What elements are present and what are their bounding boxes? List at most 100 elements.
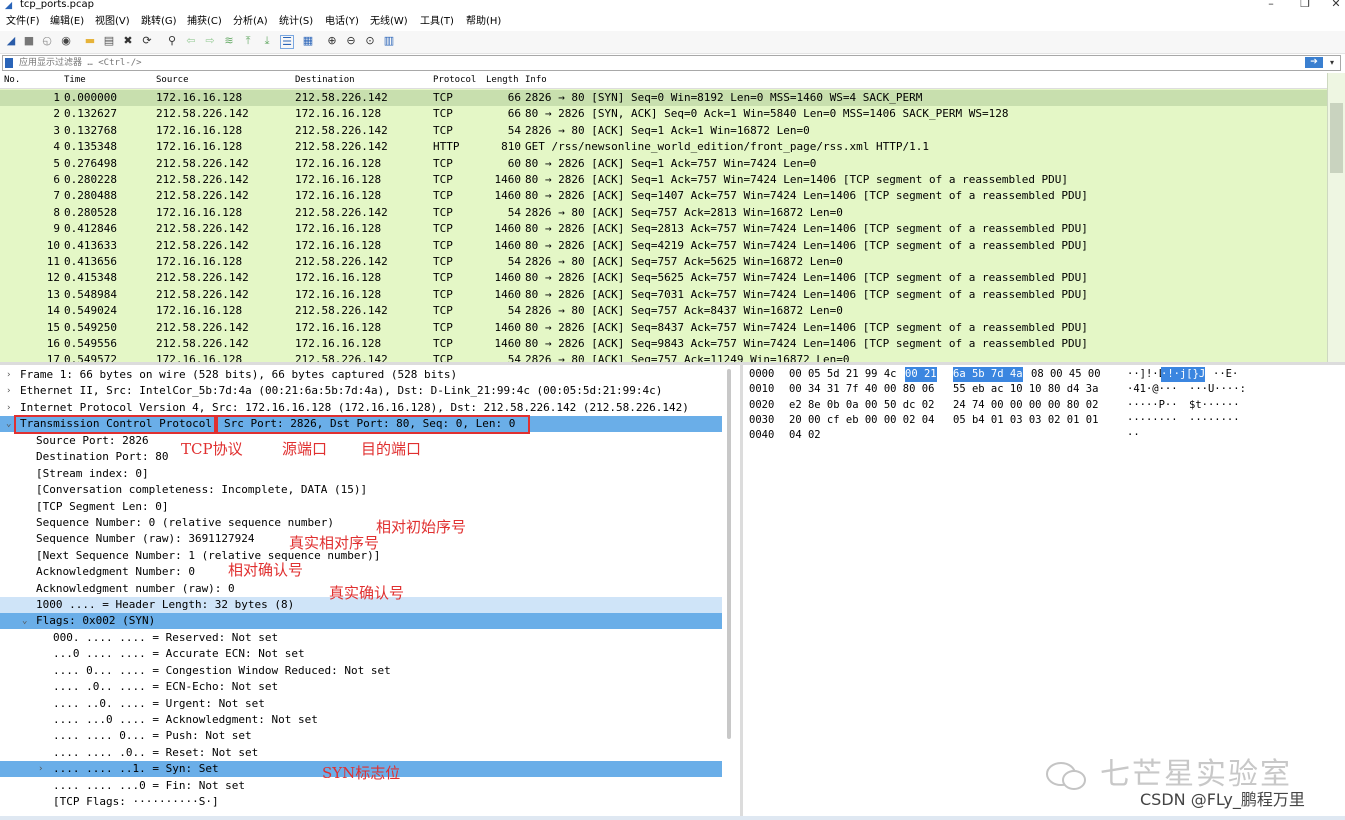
close-file-icon[interactable]: ✖ (122, 35, 134, 47)
packet-list-scrollbar[interactable] (1327, 73, 1345, 362)
options-gear-icon[interactable]: ◉ (60, 35, 72, 47)
hex-row[interactable]: 0030 20 00 cf eb 00 00 02 04 05 b4 01 03 0… (743, 413, 1343, 428)
menu-view[interactable]: 视图(V) (95, 15, 130, 28)
table-row[interactable]: 8 0.280528 172.16.16.128 212.58.226.142 TCP 5… (0, 205, 1327, 221)
menu-go[interactable]: 跳转(G) (141, 15, 177, 28)
column-header[interactable]: Protocol (433, 74, 476, 87)
menu-file[interactable]: 文件(F) (6, 15, 40, 28)
chevron-down-icon[interactable]: ⌄ (6, 416, 11, 432)
table-row[interactable]: 3 0.132768 172.16.16.128 212.58.226.142 TCP 5… (0, 123, 1327, 139)
tree-item-flag[interactable]: ...0 .... .... = Accurate ECN: Not set (0, 646, 722, 662)
tree-item-flag[interactable]: .... .... .0.. = Reset: Not set (0, 745, 722, 761)
table-row[interactable]: 1 0.000000 172.16.16.128 212.58.226.142 TCP 6… (0, 90, 1327, 106)
colorize-icon[interactable]: ▦ (302, 35, 314, 47)
tree-item-flag[interactable]: .... ...0 .... = Acknowledgment: Not set (0, 712, 722, 728)
open-folder-icon[interactable]: ▬ (84, 35, 96, 47)
table-row[interactable]: 16 0.549556 212.58.226.142 172.16.16.128 TCP… (0, 336, 1327, 352)
maximize-button[interactable]: ❐ (1296, 0, 1314, 10)
hex-row[interactable]: 0000 00 05 5d 21 99 4c 00 21 6a 5b 7d 4a 08 … (743, 367, 1343, 382)
tree-item[interactable]: [TCP Segment Len: 0] (0, 499, 722, 515)
minimize-button[interactable]: – (1262, 0, 1280, 10)
menu-analyze[interactable]: 分析(A) (233, 15, 268, 28)
chevron-right-icon[interactable]: › (6, 367, 11, 383)
table-row[interactable]: 7 0.280488 212.58.226.142 172.16.16.128 TCP 1… (0, 188, 1327, 204)
tree-item-flag[interactable]: 000. .... .... = Reserved: Not set (0, 630, 722, 646)
shark-fin-start-icon[interactable]: ◢ (5, 35, 17, 47)
tree-item[interactable]: [Conversation completeness: Incomplete, … (0, 482, 722, 498)
table-row[interactable]: 5 0.276498 212.58.226.142 172.16.16.128 TCP 6… (0, 156, 1327, 172)
table-cell-info: 80 → 2826 [ACK] Seq=9843 Ack=757 Win=742… (525, 337, 1088, 350)
details-scrollbar[interactable] (727, 369, 731, 739)
tree-item-flag[interactable]: [TCP Flags: ··········S·] (0, 794, 722, 810)
find-packet-icon[interactable]: ⚲ (166, 35, 178, 47)
table-row[interactable]: 13 0.548984 212.58.226.142 172.16.16.128 TCP… (0, 287, 1327, 303)
table-row[interactable]: 6 0.280228 212.58.226.142 172.16.16.128 TCP 1… (0, 172, 1327, 188)
tree-item-flag[interactable]: .... .... 0... = Push: Not set (0, 728, 722, 744)
table-row[interactable]: 12 0.415348 212.58.226.142 172.16.16.128 TCP… (0, 270, 1327, 286)
table-row[interactable]: 10 0.413633 212.58.226.142 172.16.16.128 TCP… (0, 238, 1327, 254)
chevron-right-icon[interactable]: › (6, 383, 11, 399)
chevron-right-icon[interactable]: › (38, 761, 43, 777)
stop-icon[interactable]: ■ (23, 35, 35, 47)
tree-item-flags[interactable]: ⌄ Flags: 0x002 (SYN) (0, 613, 722, 629)
column-header[interactable]: Source (156, 74, 189, 87)
menu-wireless[interactable]: 无线(W) (370, 15, 408, 28)
chevron-down-icon[interactable]: ⌄ (22, 613, 27, 629)
annotation-rel-ack: 相对确认号 (228, 561, 304, 579)
chevron-down-icon[interactable]: ▾ (1327, 57, 1337, 68)
column-header[interactable]: Info (525, 74, 547, 87)
ascii-bytes: ···U····: (1189, 383, 1246, 396)
zoom-in-icon[interactable]: ⊕ (326, 35, 338, 47)
table-row[interactable]: 15 0.549250 212.58.226.142 172.16.16.128 TCP… (0, 320, 1327, 336)
reload-icon[interactable]: ⟳ (141, 35, 153, 47)
tree-item-flag[interactable]: .... 0... .... = Congestion Window Reduc… (0, 663, 722, 679)
back-arrow-icon[interactable]: ⇦ (185, 35, 197, 47)
table-row[interactable]: 11 0.413656 172.16.16.128 212.58.226.142 TCP… (0, 254, 1327, 270)
tree-item-frame[interactable]: › Frame 1: 66 bytes on wire (528 bits), … (0, 367, 722, 383)
menu-capture[interactable]: 捕获(C) (187, 15, 222, 28)
column-header[interactable]: Length (486, 74, 519, 87)
zoom-out-icon[interactable]: ⊖ (345, 35, 357, 47)
arrow-right-icon[interactable]: ➔ (1305, 57, 1323, 68)
tree-item-label: Acknowledgment number (raw): 0 (36, 581, 235, 595)
tree-item[interactable]: Sequence Number: 0 (relative sequence nu… (0, 515, 722, 531)
hex-row[interactable]: 0010 00 34 31 7f 40 00 80 06 55 eb ac 10 1… (743, 382, 1343, 397)
filter-input[interactable]: 应用显示过滤器 … <Ctrl-/> (19, 56, 142, 70)
scrollbar-thumb[interactable] (1330, 103, 1343, 173)
table-cell-dst: 172.16.16.128 (295, 173, 382, 186)
column-header[interactable]: Destination (295, 74, 355, 87)
menu-statistics[interactable]: 统计(S) (279, 15, 313, 28)
save-file-icon[interactable]: ▤ (103, 35, 115, 47)
forward-arrow-icon[interactable]: ⇨ (204, 35, 216, 47)
menu-edit[interactable]: 编辑(E) (50, 15, 84, 28)
table-row[interactable]: 4 0.135348 172.16.16.128 212.58.226.142 HTTP… (0, 139, 1327, 155)
table-row[interactable]: 2 0.132627 212.58.226.142 172.16.16.128 TCP 6… (0, 106, 1327, 122)
hex-row[interactable]: 0040 04 02 ·· (743, 428, 1343, 443)
chevron-right-icon[interactable]: › (6, 400, 11, 416)
tree-item-flag[interactable]: .... ..0. .... = Urgent: Not set (0, 696, 722, 712)
menu-tools[interactable]: 工具(T) (420, 15, 454, 28)
tree-item-ip[interactable]: › Internet Protocol Version 4, Src: 172.… (0, 400, 722, 416)
column-header[interactable]: No. (4, 74, 20, 87)
resize-columns-icon[interactable]: ▥ (383, 35, 395, 47)
tree-item[interactable]: [Stream index: 0] (0, 466, 722, 482)
table-row[interactable]: 14 0.549024 172.16.16.128 212.58.226.142 TCP… (0, 303, 1327, 319)
menu-telephony[interactable]: 电话(Y) (325, 15, 359, 28)
first-packet-icon[interactable]: ⤒ (242, 35, 254, 47)
table-row[interactable]: 9 0.412846 212.58.226.142 172.16.16.128 TCP 1… (0, 221, 1327, 237)
tree-item-flag[interactable]: .... .0.. .... = ECN-Echo: Not set (0, 679, 722, 695)
bookmark-icon[interactable] (5, 58, 13, 68)
hex-row[interactable]: 0020 e2 8e 0b 0a 00 50 dc 02 24 74 00 00 0… (743, 398, 1343, 413)
tree-item[interactable]: Acknowledgment Number: 0 (0, 564, 722, 580)
restart-icon[interactable]: ◵ (41, 35, 53, 47)
column-header[interactable]: Time (64, 74, 86, 87)
last-packet-icon[interactable]: ⤓ (261, 35, 273, 47)
goto-packet-icon[interactable]: ≋ (223, 35, 235, 47)
zoom-reset-icon[interactable]: ⊙ (364, 35, 376, 47)
table-row[interactable]: 17 0.549572 172.16.16.128 212.58.226.142 TCP… (0, 352, 1327, 362)
tree-item-ethernet[interactable]: › Ethernet II, Src: IntelCor_5b:7d:4a (0… (0, 383, 722, 399)
menu-help[interactable]: 帮助(H) (466, 15, 501, 28)
display-filter-bar[interactable]: 应用显示过滤器 … <Ctrl-/> ➔ ▾ (2, 55, 1341, 71)
close-button[interactable]: ✕ (1327, 0, 1345, 10)
autoscroll-icon[interactable]: ☰ (280, 35, 294, 49)
